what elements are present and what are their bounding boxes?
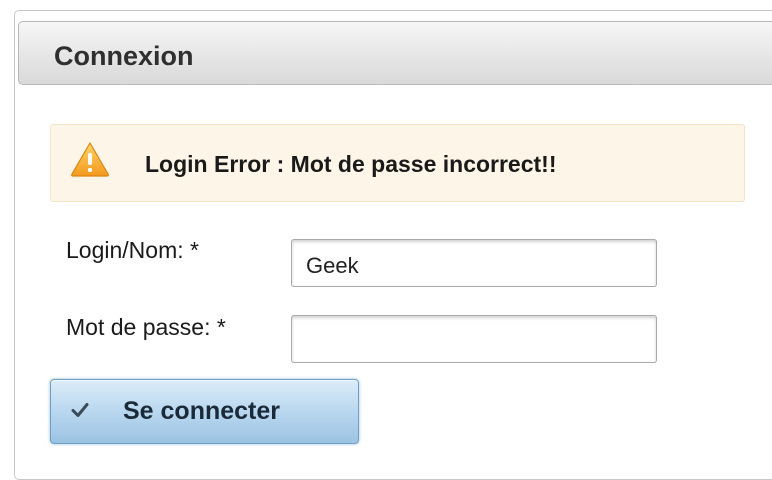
login-label: Login/Nom: * xyxy=(66,237,199,263)
password-label: Mot de passe: * xyxy=(66,314,226,340)
panel-title: Connexion xyxy=(54,41,194,71)
warning-icon xyxy=(71,142,109,177)
login-button-label: Se connecter xyxy=(123,397,281,425)
checkmark-icon xyxy=(71,403,89,417)
login-input[interactable] xyxy=(291,239,657,287)
error-message: Login Error : Mot de passe incorrect!! xyxy=(145,151,557,177)
password-input[interactable] xyxy=(291,315,657,363)
